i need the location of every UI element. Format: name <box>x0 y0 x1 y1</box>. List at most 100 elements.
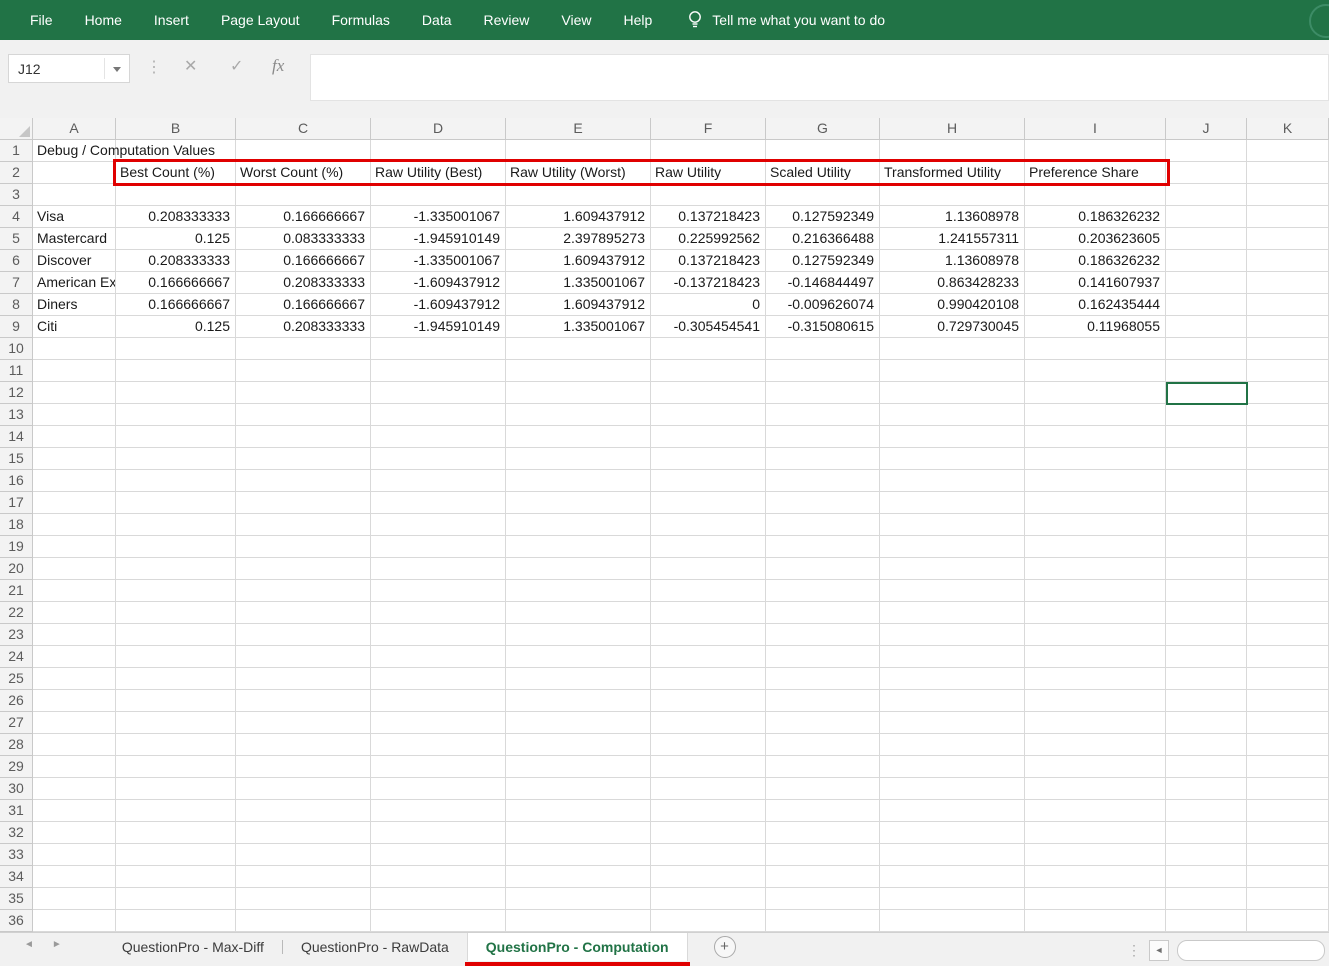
cell-G36[interactable] <box>766 910 880 932</box>
cell-H16[interactable] <box>880 470 1025 492</box>
cell-D13[interactable] <box>371 404 506 426</box>
cell-A13[interactable] <box>33 404 116 426</box>
cell-D7[interactable]: -1.609437912 <box>371 272 506 294</box>
cell-K29[interactable] <box>1247 756 1329 778</box>
cell-G26[interactable] <box>766 690 880 712</box>
cell-D31[interactable] <box>371 800 506 822</box>
cell-K34[interactable] <box>1247 866 1329 888</box>
row-header-17[interactable]: 17 <box>0 492 33 514</box>
cell-D34[interactable] <box>371 866 506 888</box>
cell-G24[interactable] <box>766 646 880 668</box>
cell-K3[interactable] <box>1247 184 1329 206</box>
cell-D33[interactable] <box>371 844 506 866</box>
cell-F6[interactable]: 0.137218423 <box>651 250 766 272</box>
cell-D30[interactable] <box>371 778 506 800</box>
cell-J19[interactable] <box>1166 536 1247 558</box>
cell-B22[interactable] <box>116 602 236 624</box>
cell-H1[interactable] <box>880 140 1025 162</box>
cell-H18[interactable] <box>880 514 1025 536</box>
cell-H17[interactable] <box>880 492 1025 514</box>
cell-F32[interactable] <box>651 822 766 844</box>
cell-E31[interactable] <box>506 800 651 822</box>
cell-E19[interactable] <box>506 536 651 558</box>
row-header-15[interactable]: 15 <box>0 448 33 470</box>
cell-A9[interactable]: Citi <box>33 316 116 338</box>
cell-A31[interactable] <box>33 800 116 822</box>
cell-K36[interactable] <box>1247 910 1329 932</box>
cell-I14[interactable] <box>1025 426 1166 448</box>
cell-B9[interactable]: 0.125 <box>116 316 236 338</box>
cell-D16[interactable] <box>371 470 506 492</box>
cell-K10[interactable] <box>1247 338 1329 360</box>
cell-C8[interactable]: 0.166666667 <box>236 294 371 316</box>
cell-B16[interactable] <box>116 470 236 492</box>
cell-H7[interactable]: 0.863428233 <box>880 272 1025 294</box>
cell-H19[interactable] <box>880 536 1025 558</box>
cell-I13[interactable] <box>1025 404 1166 426</box>
cell-I27[interactable] <box>1025 712 1166 734</box>
cell-C6[interactable]: 0.166666667 <box>236 250 371 272</box>
cell-K28[interactable] <box>1247 734 1329 756</box>
cell-D15[interactable] <box>371 448 506 470</box>
scroll-left-icon[interactable]: ◄ <box>1149 940 1169 961</box>
cell-I36[interactable] <box>1025 910 1166 932</box>
prev-sheet-icon[interactable]: ◄ <box>24 939 34 950</box>
row-header-12[interactable]: 12 <box>0 382 33 404</box>
cell-G29[interactable] <box>766 756 880 778</box>
row-header-32[interactable]: 32 <box>0 822 33 844</box>
cell-K9[interactable] <box>1247 316 1329 338</box>
ribbon-tab-data[interactable]: Data <box>406 0 468 40</box>
cell-G28[interactable] <box>766 734 880 756</box>
cell-G22[interactable] <box>766 602 880 624</box>
cell-G8[interactable]: -0.009626074 <box>766 294 880 316</box>
cell-K32[interactable] <box>1247 822 1329 844</box>
cell-J8[interactable] <box>1166 294 1247 316</box>
cell-A11[interactable] <box>33 360 116 382</box>
column-header-D[interactable]: D <box>371 118 506 140</box>
cell-C34[interactable] <box>236 866 371 888</box>
cell-B32[interactable] <box>116 822 236 844</box>
row-header-5[interactable]: 5 <box>0 228 33 250</box>
cell-D20[interactable] <box>371 558 506 580</box>
cell-K35[interactable] <box>1247 888 1329 910</box>
cell-K12[interactable] <box>1247 382 1329 404</box>
cell-D32[interactable] <box>371 822 506 844</box>
cell-F29[interactable] <box>651 756 766 778</box>
cell-C5[interactable]: 0.083333333 <box>236 228 371 250</box>
cell-F4[interactable]: 0.137218423 <box>651 206 766 228</box>
cell-G12[interactable] <box>766 382 880 404</box>
cell-F27[interactable] <box>651 712 766 734</box>
cell-I5[interactable]: 0.203623605 <box>1025 228 1166 250</box>
cell-C15[interactable] <box>236 448 371 470</box>
cancel-icon[interactable]: ✕ <box>184 56 197 76</box>
cell-C32[interactable] <box>236 822 371 844</box>
cell-H6[interactable]: 1.13608978 <box>880 250 1025 272</box>
chevron-down-icon[interactable] <box>113 67 121 72</box>
cell-E11[interactable] <box>506 360 651 382</box>
cell-C7[interactable]: 0.208333333 <box>236 272 371 294</box>
cell-G10[interactable] <box>766 338 880 360</box>
cell-K17[interactable] <box>1247 492 1329 514</box>
row-header-4[interactable]: 4 <box>0 206 33 228</box>
cell-D24[interactable] <box>371 646 506 668</box>
cell-E22[interactable] <box>506 602 651 624</box>
cell-I35[interactable] <box>1025 888 1166 910</box>
cell-F21[interactable] <box>651 580 766 602</box>
cell-F16[interactable] <box>651 470 766 492</box>
cell-J1[interactable] <box>1166 140 1247 162</box>
cell-B13[interactable] <box>116 404 236 426</box>
cell-E16[interactable] <box>506 470 651 492</box>
cell-A32[interactable] <box>33 822 116 844</box>
cell-D10[interactable] <box>371 338 506 360</box>
cell-J35[interactable] <box>1166 888 1247 910</box>
cell-K13[interactable] <box>1247 404 1329 426</box>
cell-A2[interactable] <box>33 162 116 184</box>
cell-H27[interactable] <box>880 712 1025 734</box>
cell-C29[interactable] <box>236 756 371 778</box>
cell-F13[interactable] <box>651 404 766 426</box>
cell-F17[interactable] <box>651 492 766 514</box>
cell-K26[interactable] <box>1247 690 1329 712</box>
cell-D36[interactable] <box>371 910 506 932</box>
cell-K19[interactable] <box>1247 536 1329 558</box>
cell-I25[interactable] <box>1025 668 1166 690</box>
